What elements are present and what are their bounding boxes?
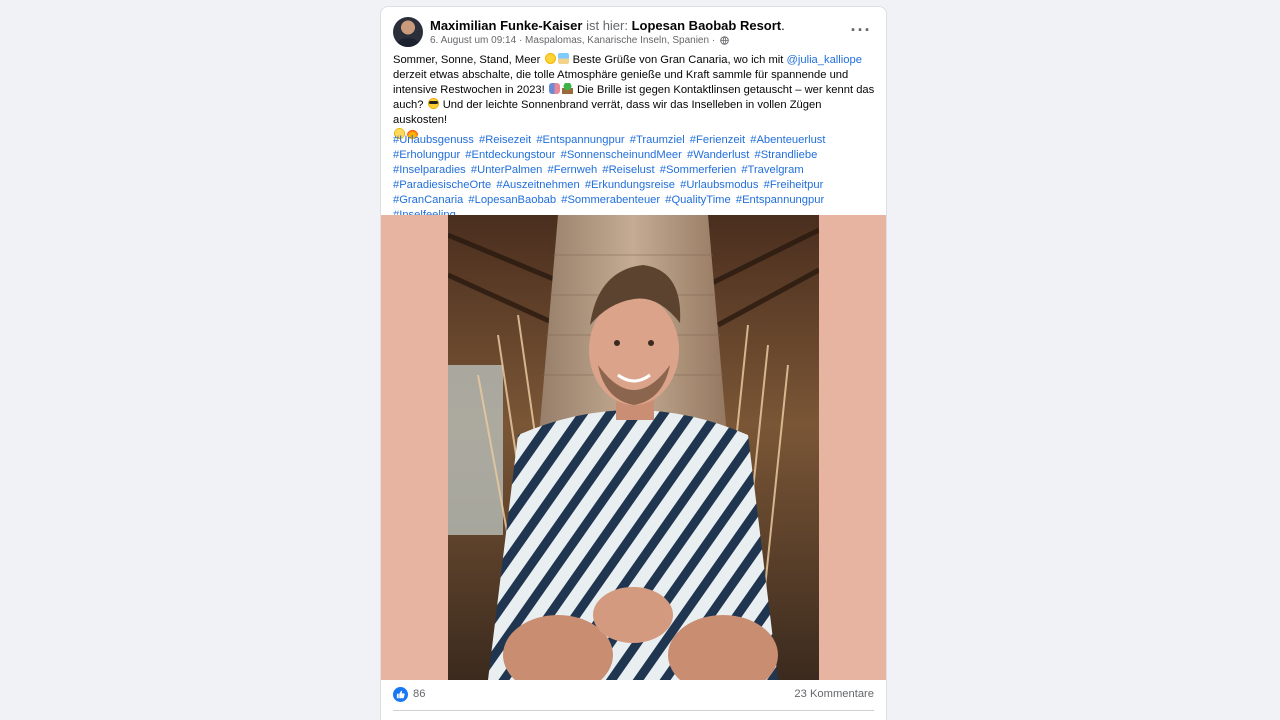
- hashtag-link[interactable]: #LopesanBaobab: [468, 194, 556, 206]
- beach-emoji-icon: [557, 53, 569, 64]
- sun-emoji-icon: [544, 53, 556, 64]
- hashtag-link[interactable]: #ParadiesischeOrte: [393, 179, 491, 191]
- hashtag-link[interactable]: #Reisezeit: [479, 134, 531, 146]
- sunglasses-emoji-icon: [427, 98, 439, 109]
- checkin-text: ist hier:: [586, 18, 628, 33]
- hashtag-link[interactable]: #Abenteuerlust: [750, 134, 825, 146]
- hashtag-link[interactable]: #SonnenscheinundMeer: [561, 149, 682, 161]
- footer-divider: [393, 710, 874, 711]
- text-part: Sommer, Sonne, Stand, Meer: [393, 54, 541, 66]
- hashtag-link[interactable]: #Fernweh: [548, 164, 598, 176]
- text-part: Beste Grüße von Gran Canaria, wo ich mit: [572, 54, 784, 66]
- hashtag-list: #Urlaubsgenuss #Reisezeit #Entspannungpu…: [393, 133, 881, 223]
- facebook-post: Maximilian Funke-Kaiser ist hier: Lopesa…: [380, 6, 887, 720]
- mention-link[interactable]: @julia_kalliope: [787, 54, 862, 66]
- comment-count-link[interactable]: 23 Kommentare: [794, 688, 874, 700]
- post-timestamp[interactable]: 6. August um 09:14: [430, 35, 516, 46]
- hashtag-link[interactable]: #Strandliebe: [755, 149, 818, 161]
- post-location: · Maspalomas, Kanarische Inseln, Spanien…: [518, 35, 716, 46]
- hashtag-link[interactable]: #Sommerferien: [660, 164, 736, 176]
- people-emoji-icon: [548, 83, 560, 94]
- post-photo[interactable]: [448, 215, 819, 680]
- hashtag-link[interactable]: #Entspannungpur: [736, 194, 824, 206]
- globe-icon: [720, 36, 729, 50]
- hashtag-link[interactable]: #Entdeckungstour: [465, 149, 555, 161]
- hashtag-link[interactable]: #Wanderlust: [687, 149, 749, 161]
- author-line: Maximilian Funke-Kaiser ist hier: Lopesa…: [430, 17, 785, 34]
- hashtag-link[interactable]: #GranCanaria: [393, 194, 463, 206]
- hashtag-link[interactable]: #Erholungpur: [393, 149, 460, 161]
- hashtag-link[interactable]: #Inselparadies: [393, 164, 466, 176]
- author-name[interactable]: Maximilian Funke-Kaiser: [430, 18, 582, 33]
- hashtag-link[interactable]: #Entspannungpur: [536, 134, 624, 146]
- post-header: Maximilian Funke-Kaiser ist hier: Lopesa…: [393, 17, 874, 51]
- post-text: Sommer, Sonne, Stand, Meer Beste Grüße v…: [393, 53, 877, 143]
- avatar[interactable]: [393, 17, 423, 47]
- hashtag-link[interactable]: #Erkundungsreise: [585, 179, 675, 191]
- hashtag-link[interactable]: #UnterPalmen: [471, 164, 543, 176]
- place-link[interactable]: Lopesan Baobab Resort: [632, 18, 782, 33]
- photo-area[interactable]: [381, 215, 886, 680]
- hashtag-link[interactable]: #Ferienzeit: [690, 134, 745, 146]
- hashtag-link[interactable]: #Urlaubsmodus: [680, 179, 758, 191]
- text-part: Und der leichte Sonnenbrand verrät, dass…: [393, 99, 822, 126]
- more-icon[interactable]: ···: [848, 19, 874, 45]
- hashtag-link[interactable]: #Sommerabenteuer: [561, 194, 660, 206]
- hashtag-link[interactable]: #Auszeitnehmen: [496, 179, 579, 191]
- hashtag-link[interactable]: #Traumziel: [630, 134, 685, 146]
- like-count[interactable]: 86: [413, 688, 425, 700]
- hashtag-link[interactable]: #Freiheitpur: [764, 179, 824, 191]
- palm-emoji-icon: [561, 83, 573, 94]
- hashtag-link[interactable]: #Reiselust: [602, 164, 654, 176]
- place-suffix: .: [781, 18, 785, 33]
- post-meta: 6. August um 09:14 · Maspalomas, Kanaris…: [430, 34, 729, 50]
- hashtag-link[interactable]: #QualityTime: [665, 194, 731, 206]
- page: Maximilian Funke-Kaiser ist hier: Lopesa…: [0, 0, 1280, 720]
- hashtag-link[interactable]: #Urlaubsgenuss: [393, 134, 474, 146]
- hashtag-link[interactable]: #Travelgram: [741, 164, 803, 176]
- like-icon[interactable]: [393, 687, 408, 702]
